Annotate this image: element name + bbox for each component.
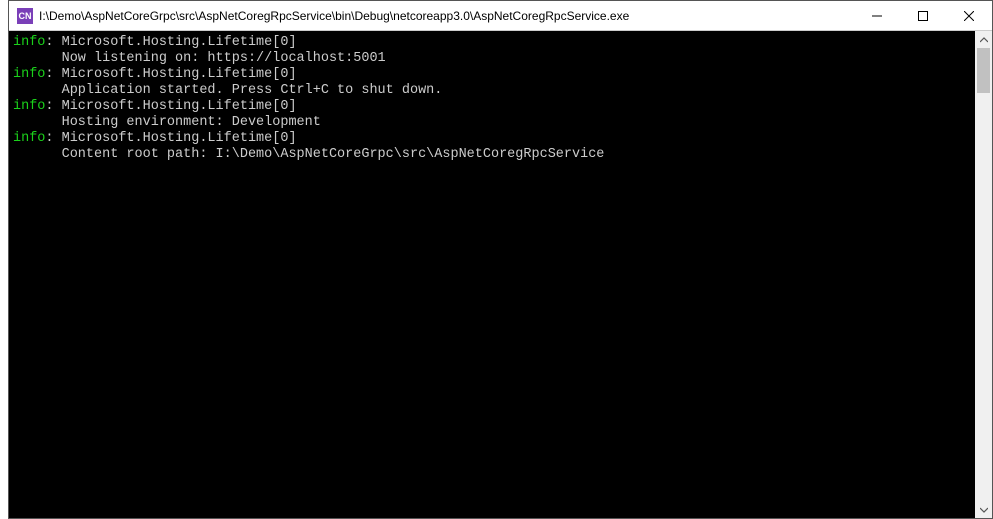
log-category-text: Microsoft.Hosting.Lifetime[0] (62, 131, 297, 146)
log-category-text: Microsoft.Hosting.Lifetime[0] (62, 99, 297, 114)
log-message (13, 51, 62, 66)
log-message (13, 83, 62, 98)
log-level: info (13, 35, 45, 50)
window-controls (854, 1, 992, 30)
log-message-text: Now listening on: https://localhost:5001 (62, 51, 386, 66)
log-message (13, 147, 62, 162)
chevron-up-icon (980, 36, 988, 44)
console-window: CN I:\Demo\AspNetCoreGrpc\src\AspNetCore… (8, 0, 993, 519)
maximize-icon (918, 11, 928, 21)
log-category-text: Microsoft.Hosting.Lifetime[0] (62, 67, 297, 82)
log-level: info (13, 131, 45, 146)
minimize-button[interactable] (854, 1, 900, 30)
vertical-scrollbar[interactable] (975, 31, 992, 518)
log-message-text: Content root path: I:\Demo\AspNetCoreGrp… (62, 147, 605, 162)
close-icon (964, 11, 974, 21)
log-message-text: Application started. Press Ctrl+C to shu… (62, 83, 443, 98)
scroll-down-button[interactable] (975, 501, 992, 518)
log-category: : (45, 131, 61, 146)
log-category-text: Microsoft.Hosting.Lifetime[0] (62, 35, 297, 50)
chevron-down-icon (980, 506, 988, 514)
scrollbar-thumb[interactable] (977, 48, 990, 93)
titlebar[interactable]: CN I:\Demo\AspNetCoreGrpc\src\AspNetCore… (9, 1, 992, 31)
console-output[interactable]: info: Microsoft.Hosting.Lifetime[0] Now … (9, 31, 975, 518)
console-area: info: Microsoft.Hosting.Lifetime[0] Now … (9, 31, 992, 518)
minimize-icon (872, 11, 882, 21)
log-category: : (45, 99, 61, 114)
log-level: info (13, 67, 45, 82)
maximize-button[interactable] (900, 1, 946, 30)
close-button[interactable] (946, 1, 992, 30)
log-category: : (45, 67, 61, 82)
scroll-up-button[interactable] (975, 31, 992, 48)
window-title: I:\Demo\AspNetCoreGrpc\src\AspNetCoregRp… (39, 9, 854, 23)
scrollbar-track[interactable] (975, 48, 992, 501)
log-level: info (13, 99, 45, 114)
log-message (13, 115, 62, 130)
app-icon: CN (17, 8, 33, 24)
log-category: : (45, 35, 61, 50)
log-message-text: Hosting environment: Development (62, 115, 321, 130)
